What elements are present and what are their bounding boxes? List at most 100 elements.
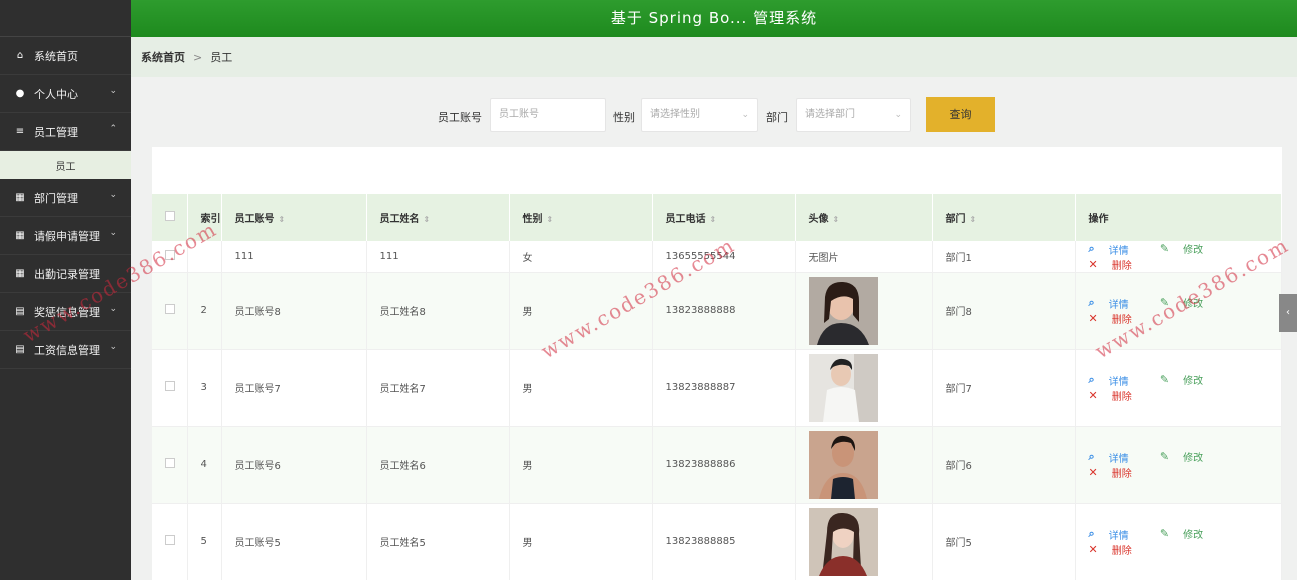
- grid-icon: ▦: [15, 192, 25, 203]
- sidebar-subitem-employee[interactable]: 员工: [0, 151, 131, 179]
- main-content: 员工账号 员工账号 性别 请选择性别 ⌄ 部门 请选择部门 ⌄ 查询 新增 删除…: [131, 77, 1297, 580]
- sidebar-item-employee[interactable]: ≡ 员工管理 ⌃: [0, 113, 131, 151]
- doc-icon: ▤: [15, 306, 25, 317]
- gender-select[interactable]: 请选择性别 ⌄: [641, 98, 758, 132]
- sidebar-item-reward[interactable]: ▤ 奖惩信息管理 ⌄: [0, 293, 131, 331]
- cell-avatar: [795, 503, 933, 580]
- header-name[interactable]: 员工姓名 ⇕: [366, 194, 510, 241]
- cell-index: [187, 241, 222, 273]
- delete-link[interactable]: ✕ 删除: [1089, 542, 1146, 557]
- sidebar-item-profile[interactable]: ● 个人中心 ⌄: [0, 75, 131, 113]
- pencil-icon: ✎: [1159, 242, 1170, 255]
- sidebar-item-label: 系统首页: [34, 49, 78, 63]
- pencil-icon: ✎: [1159, 373, 1170, 387]
- detail-link[interactable]: ⌕ 详情: [1089, 527, 1143, 542]
- cell-avatar: [795, 272, 933, 350]
- delete-link[interactable]: ✕ 删除: [1089, 388, 1146, 403]
- cell-gender: 男: [509, 503, 653, 580]
- select-all-checkbox[interactable]: [165, 211, 175, 221]
- detail-link[interactable]: ⌕ 详情: [1089, 373, 1143, 388]
- sidebar-item-label: 奖惩信息管理: [34, 305, 100, 319]
- detail-link[interactable]: ⌕ 详情: [1089, 296, 1143, 311]
- cell-gender: 男: [509, 272, 653, 350]
- search-icon: ⌕: [1088, 373, 1095, 387]
- header-dept[interactable]: 部门 ⇕: [932, 194, 1076, 241]
- close-icon: ✕: [1088, 311, 1098, 325]
- home-icon: ⌂: [16, 50, 24, 61]
- header-index: 索引: [187, 194, 222, 241]
- cell-name: 员工姓名6: [366, 426, 510, 504]
- cell-dept: 部门5: [932, 503, 1076, 580]
- header-gender[interactable]: 性别 ⇕: [509, 194, 653, 241]
- sidebar-item-label: 部门管理: [34, 191, 78, 205]
- delete-link[interactable]: ✕ 删除: [1089, 465, 1146, 480]
- row-checkbox[interactable]: [165, 304, 175, 314]
- edit-link[interactable]: ✎ 修改: [1160, 372, 1217, 387]
- cell-account: 111: [221, 241, 367, 273]
- list-icon: ≡: [15, 126, 25, 137]
- grid-icon: ▦: [15, 268, 25, 279]
- cell-avatar: 无图片: [795, 241, 933, 273]
- account-label: 员工账号: [438, 111, 482, 124]
- sidebar-item-attendance[interactable]: ▦ 出勤记录管理: [0, 255, 131, 293]
- edit-link[interactable]: ✎ 修改: [1160, 295, 1217, 310]
- dept-select[interactable]: 请选择部门 ⌄: [796, 98, 911, 132]
- sidebar-item-department[interactable]: ▦ 部门管理 ⌄: [0, 179, 131, 217]
- close-icon: ✕: [1088, 257, 1098, 271]
- chevron-down-icon: ⌄: [109, 304, 117, 314]
- cell-dept: 部门7: [932, 349, 1076, 427]
- cell-ops: ⌕ 详情 ✎ 修改 ✕ 删除: [1075, 272, 1282, 350]
- close-icon: ✕: [1088, 388, 1098, 402]
- detail-link[interactable]: ⌕ 详情: [1089, 242, 1143, 257]
- row-checkbox[interactable]: [165, 249, 175, 260]
- cell-dept: 部门1: [932, 241, 1076, 273]
- search-bar: 员工账号 员工账号 性别 请选择性别 ⌄ 部门 请选择部门 ⌄ 查询: [131, 97, 1297, 133]
- doc-icon: ▤: [15, 344, 25, 355]
- cell-gender: 男: [509, 426, 653, 504]
- delete-link[interactable]: ✕ 删除: [1089, 311, 1146, 326]
- cell-phone: 13655555544: [652, 241, 796, 273]
- table-row: 3 员工账号7 员工姓名7 男 13823888887 部门7 ⌕ 详情 ✎ 修改 …: [152, 349, 1282, 427]
- cell-phone: 13823888887: [652, 349, 796, 427]
- header-phone[interactable]: 员工电话 ⇕: [652, 194, 796, 241]
- side-collapse-tab[interactable]: ‹: [1279, 294, 1297, 332]
- table-header-row: 索引 员工账号 ⇕ 员工姓名 ⇕ 性别 ⇕ 员工电话 ⇕ 头像 ⇕ 部门 ⇕ 操作: [152, 194, 1282, 241]
- sidebar-item-leave[interactable]: ▦ 请假申请管理 ⌄: [0, 217, 131, 255]
- edit-link[interactable]: ✎ 修改: [1160, 526, 1217, 541]
- edit-link[interactable]: ✎ 修改: [1160, 449, 1217, 464]
- row-checkbox[interactable]: [165, 458, 175, 468]
- table-row: 4 员工账号6 员工姓名6 男 13823888886 部门6 ⌕ 详情 ✎ 修改 …: [152, 426, 1282, 504]
- edit-link[interactable]: ✎ 修改: [1160, 241, 1217, 256]
- header-account[interactable]: 员工账号 ⇕: [221, 194, 367, 241]
- cell-phone: 13823888885: [652, 503, 796, 580]
- cell-ops: ⌕ 详情 ✎ 修改 ✕ 删除: [1075, 241, 1282, 273]
- breadcrumb-current: 员工: [210, 51, 233, 64]
- cell-avatar: [795, 426, 933, 504]
- avatar-image: [808, 430, 878, 499]
- cell-phone: 13823888886: [652, 426, 796, 504]
- row-checkbox[interactable]: [165, 535, 175, 545]
- sidebar-item-salary[interactable]: ▤ 工资信息管理 ⌄: [0, 331, 131, 369]
- close-icon: ✕: [1088, 465, 1098, 479]
- table-row: 2 员工账号8 员工姓名8 男 13823888888 部门8 ⌕ 详情 ✎ 修改 …: [152, 272, 1282, 350]
- search-icon: ⌕: [1088, 242, 1095, 255]
- cell-name: 员工姓名5: [366, 503, 510, 580]
- cell-name: 员工姓名7: [366, 349, 510, 427]
- detail-link[interactable]: ⌕ 详情: [1089, 450, 1143, 465]
- cell-dept: 部门6: [932, 426, 1076, 504]
- cell-index: 4: [187, 426, 222, 504]
- chevron-up-icon: ⌃: [109, 124, 117, 134]
- header-avatar[interactable]: 头像 ⇕: [795, 194, 933, 241]
- dept-label: 部门: [766, 111, 788, 124]
- sidebar-item-label: 工资信息管理: [34, 343, 100, 357]
- grid-icon: ▦: [15, 230, 25, 241]
- user-icon: ●: [15, 88, 25, 99]
- delete-link[interactable]: ✕ 删除: [1089, 257, 1146, 272]
- query-button[interactable]: 查询: [926, 97, 995, 132]
- cell-account: 员工账号5: [221, 503, 367, 580]
- row-checkbox[interactable]: [165, 381, 175, 391]
- sidebar-item-home[interactable]: ⌂ 系统首页: [0, 37, 131, 75]
- cell-name: 111: [366, 241, 510, 273]
- account-input[interactable]: 员工账号: [490, 98, 606, 132]
- breadcrumb-home[interactable]: 系统首页: [141, 49, 185, 65]
